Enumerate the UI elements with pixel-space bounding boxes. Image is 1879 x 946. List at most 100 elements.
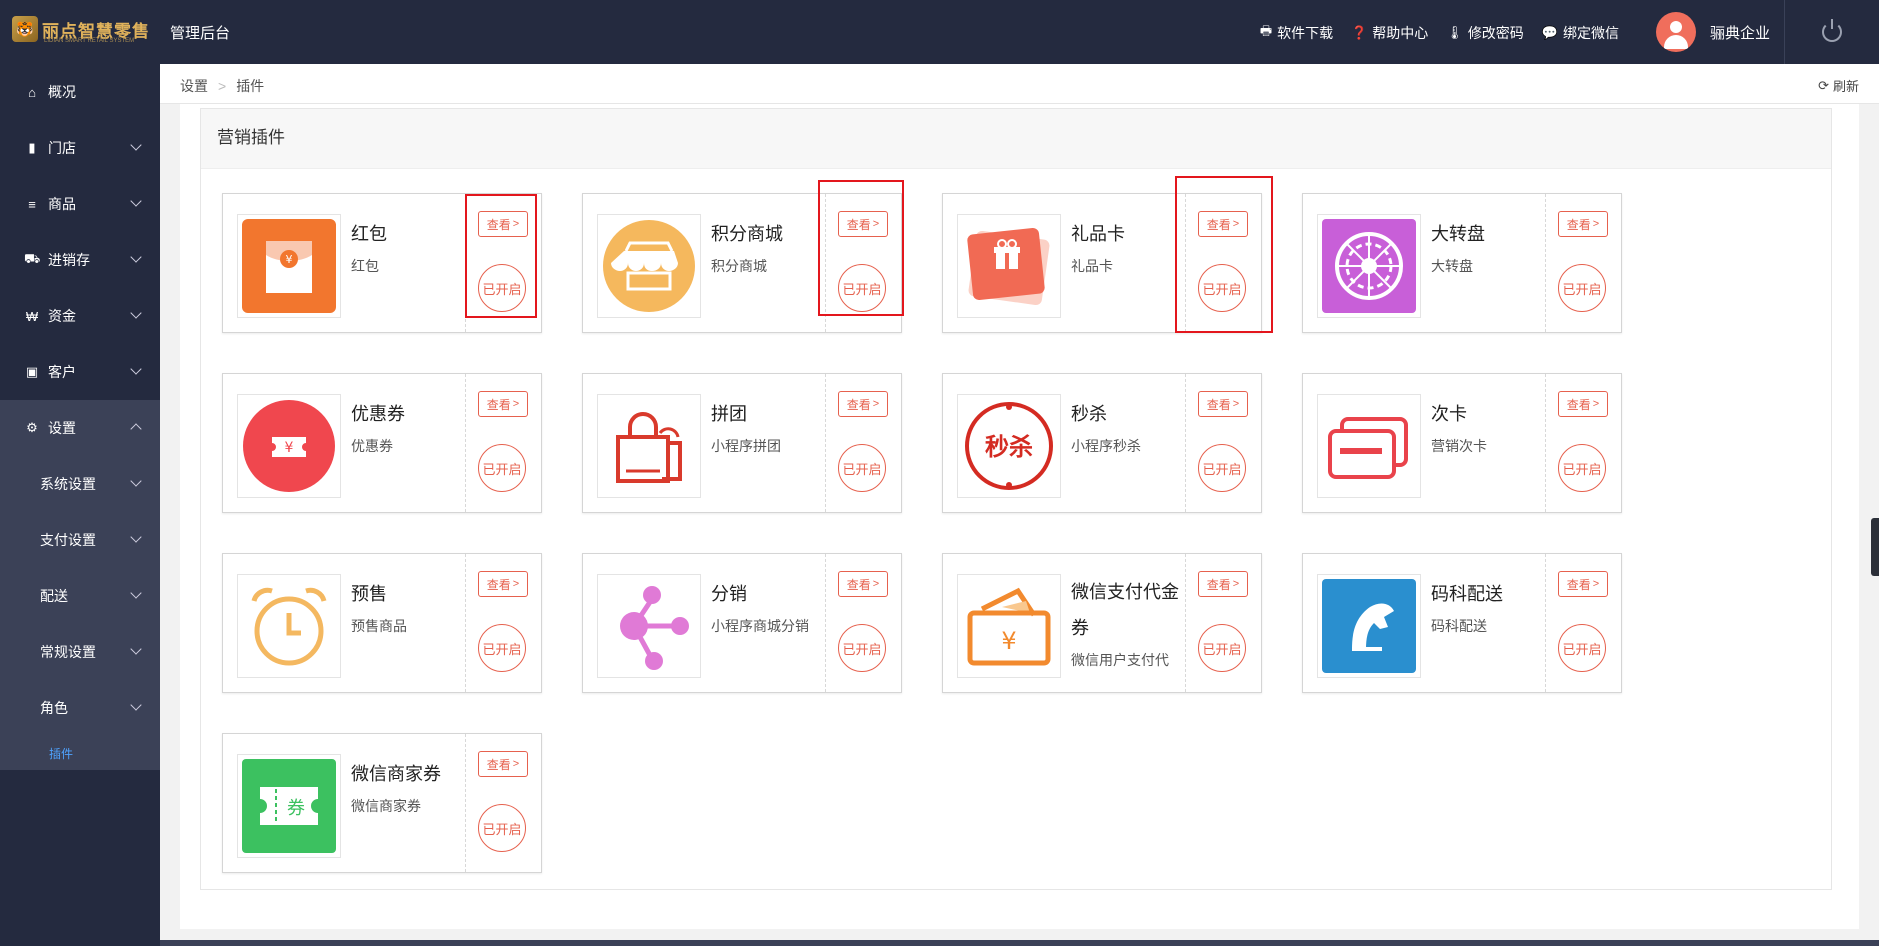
enabled-button[interactable]: 已开启 xyxy=(838,444,886,492)
plugin-desc: 预售商品 xyxy=(351,618,407,634)
chevron-down-icon xyxy=(130,643,142,655)
sidebar-item-funds[interactable]: ₩ 资金 xyxy=(0,288,160,344)
plugin-actions: 查看 > 已开启 xyxy=(1185,374,1261,512)
chevron-right-icon: > xyxy=(872,578,880,590)
sidebar-item-settings[interactable]: ⚙ 设置 xyxy=(0,400,160,456)
chevron-down-icon xyxy=(130,139,142,151)
plugin-title: 大转盘 xyxy=(1431,224,1485,244)
sidebar-item-overview[interactable]: ⌂ 概况 xyxy=(0,64,160,120)
logout-button[interactable] xyxy=(1784,0,1879,64)
view-button[interactable]: 查看 > xyxy=(1198,571,1248,597)
enabled-button[interactable]: 已开启 xyxy=(478,804,526,852)
thermometer-icon: 🌡 xyxy=(1446,25,1463,40)
highlight-box xyxy=(465,194,537,318)
change-password-link[interactable]: 🌡 修改密码 xyxy=(1446,22,1524,44)
sidebar-item-label: 概况 xyxy=(48,84,76,100)
view-button[interactable]: 查看 > xyxy=(478,751,528,777)
software-download-link[interactable]: 🖶 软件下载 xyxy=(1260,22,1333,44)
sidebar-subitem-label: 系统设置 xyxy=(40,476,96,492)
sidebar-item-goods[interactable]: ≡ 商品 xyxy=(0,176,160,232)
view-button[interactable]: 查看 > xyxy=(478,571,528,597)
sidebar-item-customers[interactable]: ▣ 客户 xyxy=(0,344,160,400)
sidebar-subitem-delivery[interactable]: 配送 xyxy=(0,568,160,624)
avatar xyxy=(1656,12,1696,52)
panel-title: 营销插件 xyxy=(201,109,1831,169)
svg-text:¥: ¥ xyxy=(285,440,294,456)
breadcrumb: 设置 > 插件 xyxy=(180,76,264,96)
plugin-title: 微信支付代金券 xyxy=(1071,582,1179,638)
sidebar-subitem-system[interactable]: 系统设置 xyxy=(0,456,160,512)
view-button[interactable]: 查看 > xyxy=(1198,391,1248,417)
chevron-right-icon: > xyxy=(512,398,520,410)
plugin-title: 积分商城 xyxy=(711,224,783,244)
plugin-actions: 查看 > 已开启 xyxy=(1545,194,1621,332)
printer-icon: 🖶 xyxy=(1259,23,1273,38)
breadcrumb-settings[interactable]: 设置 xyxy=(180,76,208,96)
enabled-button[interactable]: 已开启 xyxy=(1198,444,1246,492)
sidebar-subitem-roles[interactable]: 角色 xyxy=(0,680,160,736)
ticket-icon: 券 xyxy=(237,754,341,858)
sidebar-subitem-payment[interactable]: 支付设置 xyxy=(0,512,160,568)
sidebar-leaf-plugins[interactable]: 插件 xyxy=(0,736,160,770)
plugin-actions: 查看 > 已开启 xyxy=(465,734,541,872)
plugin-card-flash-sale: 秒杀 秒杀 小程序秒杀 查看 > 已开启 xyxy=(942,373,1262,513)
view-label: 查看 xyxy=(846,397,871,412)
enabled-button[interactable]: 已开启 xyxy=(478,624,526,672)
view-button[interactable]: 查看 > xyxy=(1558,391,1608,417)
view-button[interactable]: 查看 > xyxy=(838,391,888,417)
sidebar-item-store[interactable]: ▮ 门店 xyxy=(0,120,160,176)
view-button[interactable]: 查看 > xyxy=(1558,571,1608,597)
view-label: 查看 xyxy=(1566,397,1591,412)
plugin-title: 分销 xyxy=(711,584,747,604)
enabled-button[interactable]: 已开启 xyxy=(1558,624,1606,672)
plugin-desc: 码科配送 xyxy=(1431,618,1487,634)
enabled-button[interactable]: 已开启 xyxy=(838,624,886,672)
home-icon: ⌂ xyxy=(28,84,36,100)
breadcrumb-bar: 设置 > 插件 ⟳ 刷新 xyxy=(160,64,1879,104)
plugin-card-presale: 预售 预售商品 查看 > 已开启 xyxy=(222,553,542,693)
sidebar-item-label: 资金 xyxy=(48,308,76,324)
view-label: 查看 xyxy=(846,577,871,592)
plugin-desc: 小程序拼团 xyxy=(711,438,781,454)
plugin-desc: 微信用户支付代金券 xyxy=(1071,652,1169,668)
bind-wechat-link[interactable]: 💬 绑定微信 xyxy=(1542,22,1619,44)
plugin-title: 优惠券 xyxy=(351,404,405,424)
enabled-button[interactable]: 已开启 xyxy=(1198,624,1246,672)
refresh-button[interactable]: ⟳ 刷新 xyxy=(1818,76,1859,95)
view-label: 查看 xyxy=(1206,397,1231,412)
sidebar-item-label: 门店 xyxy=(48,140,76,156)
plugin-desc: 红包 xyxy=(351,258,379,274)
sidebar-subitem-label: 支付设置 xyxy=(40,532,96,548)
top-links: 🖶 软件下载 ❓ 帮助中心 🌡 修改密码 💬 绑定微信 xyxy=(1260,22,1619,44)
horse-icon xyxy=(1317,574,1421,678)
plugin-desc: 小程序商城分销 xyxy=(711,618,809,634)
share-nodes-icon xyxy=(597,574,701,678)
store-icon xyxy=(597,214,701,318)
store-icon: ▮ xyxy=(28,140,36,155)
bind-wechat-label: 绑定微信 xyxy=(1563,25,1619,41)
user-menu[interactable]: 骊典企业 xyxy=(1656,12,1770,52)
plugin-card-times-card: 次卡 营销次卡 查看 > 已开启 xyxy=(1302,373,1622,513)
plugin-desc: 微信商家券 xyxy=(351,798,421,814)
plugin-card-wechat-voucher: ¥ 微信支付代金券 微信用户支付代金券 查看> 已开启 xyxy=(942,553,1262,693)
marketing-plugins-panel: 营销插件 ¥ 红包 红包 查看> 已开启 积分商城 积分商城 查看> 已开启 xyxy=(200,108,1832,890)
red-packet-icon: ¥ xyxy=(237,214,341,318)
sidebar-item-label: 商品 xyxy=(48,196,76,212)
brand-subtitle: LIDIAN SMART RETAIL SYSTEM xyxy=(44,38,135,44)
chevron-right-icon: > xyxy=(1232,398,1240,410)
view-button[interactable]: 查看 > xyxy=(838,571,888,597)
brand-logo[interactable]: 🐯 丽点智慧零售 LIDIAN SMART RETAIL SYSTEM xyxy=(12,16,150,44)
enabled-button[interactable]: 已开启 xyxy=(1558,444,1606,492)
help-center-link[interactable]: ❓ 帮助中心 xyxy=(1351,22,1428,44)
sidebar-subitem-general[interactable]: 常规设置 xyxy=(0,624,160,680)
view-button[interactable]: 查看 > xyxy=(1558,211,1608,237)
chevron-down-icon xyxy=(130,363,142,375)
enabled-button[interactable]: 已开启 xyxy=(478,444,526,492)
side-scroll-handle[interactable] xyxy=(1871,518,1879,576)
plugin-title: 次卡 xyxy=(1431,404,1467,424)
plugin-card-wechat-merchant-coupon: 券 微信商家券 微信商家券 查看 > 已开启 xyxy=(222,733,542,873)
view-button[interactable]: 查看 > xyxy=(478,391,528,417)
sidebar-item-inventory[interactable]: ⛟ 进销存 xyxy=(0,232,160,288)
highlight-box xyxy=(1175,176,1273,333)
enabled-button[interactable]: 已开启 xyxy=(1558,264,1606,312)
